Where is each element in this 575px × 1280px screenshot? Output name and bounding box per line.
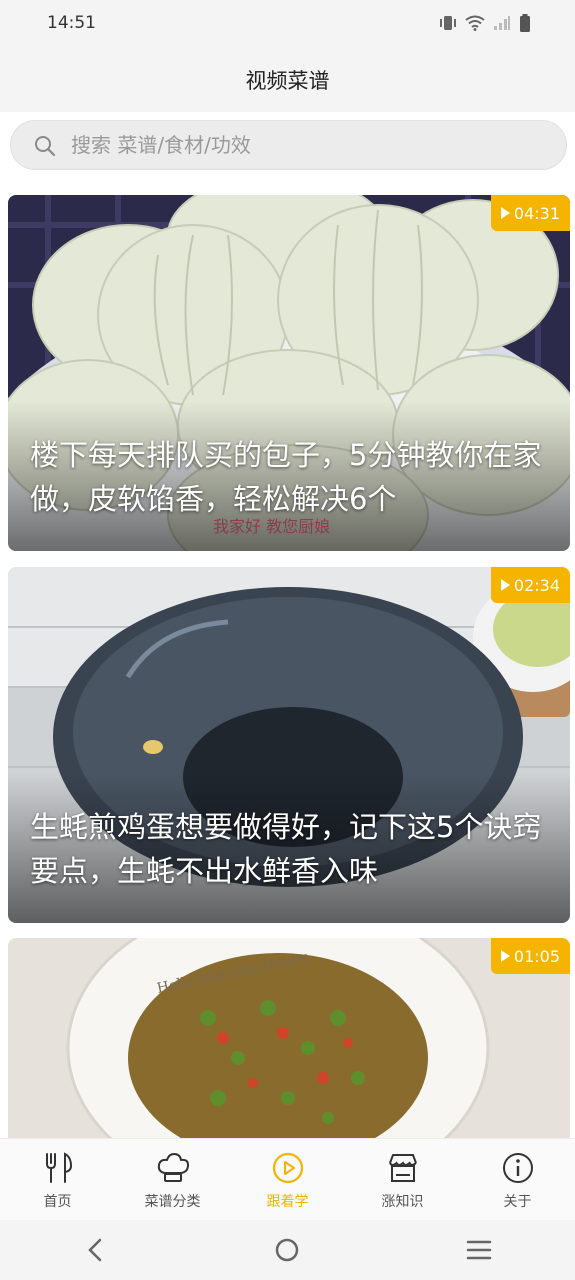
tab-knowledge[interactable]: 涨知识 xyxy=(345,1139,460,1220)
signal-icon xyxy=(493,15,511,35)
video-card[interactable]: Hello Morning Honey 01:05 xyxy=(8,938,570,1138)
battery-icon xyxy=(519,14,531,36)
tab-label: 跟着学 xyxy=(266,1194,309,1210)
tab-label: 关于 xyxy=(503,1194,532,1210)
tab-about[interactable]: 关于 xyxy=(460,1139,575,1220)
shop-icon xyxy=(388,1154,417,1182)
play-icon xyxy=(500,579,510,591)
chef-hat-icon xyxy=(157,1153,189,1182)
video-title: 生蚝煎鸡蛋想要做得好，记下这5个诀窍要点，生蚝不出水鲜香入味 xyxy=(30,810,542,888)
back-icon[interactable] xyxy=(81,1235,111,1265)
info-icon xyxy=(502,1153,533,1183)
play-icon xyxy=(500,950,510,962)
status-time: 14:51 xyxy=(47,13,96,33)
video-card[interactable]: 生蚝煎鸡蛋想要做得好，记下这5个诀窍要点，生蚝不出水鲜香入味 02:34 xyxy=(8,567,570,923)
duration-text: 02:34 xyxy=(513,575,560,595)
menu-icon[interactable] xyxy=(464,1235,494,1265)
system-nav-bar xyxy=(0,1220,575,1280)
fork-knife-icon xyxy=(45,1152,72,1183)
video-feed[interactable]: 我家好 教您厨娘 楼下每天排队买的包子，5分钟教你在家做，皮软馅香，轻松解决6个… xyxy=(0,195,575,1138)
wifi-icon xyxy=(465,15,485,35)
video-card[interactable]: 我家好 教您厨娘 楼下每天排队买的包子，5分钟教你在家做，皮软馅香，轻松解决6个… xyxy=(8,195,570,551)
duration-badge: 04:31 xyxy=(490,195,570,231)
status-icons xyxy=(439,14,531,36)
duration-text: 01:05 xyxy=(513,946,560,966)
title-bar: 视频菜谱 xyxy=(0,48,575,112)
home-icon[interactable] xyxy=(272,1235,302,1265)
tab-label: 菜谱分类 xyxy=(144,1194,201,1210)
search-input[interactable] xyxy=(71,121,551,169)
video-title: 楼下每天排队买的包子，5分钟教你在家做，皮软馅香，轻松解决6个 xyxy=(30,438,542,516)
play-circle-icon xyxy=(272,1152,303,1184)
duration-badge: 02:34 xyxy=(490,567,570,603)
tab-label: 涨知识 xyxy=(381,1194,424,1210)
tab-follow-learn[interactable]: 跟着学 xyxy=(230,1139,345,1220)
tab-label: 首页 xyxy=(43,1194,72,1210)
status-bar: 14:51 xyxy=(0,0,575,48)
page-title: 视频菜谱 xyxy=(245,69,330,93)
video-thumbnail: Hello Morning Honey xyxy=(8,938,570,1138)
duration-badge: 01:05 xyxy=(490,938,570,974)
search-icon xyxy=(35,136,56,157)
tab-home[interactable]: 首页 xyxy=(0,1139,115,1220)
tab-recipe-categories[interactable]: 菜谱分类 xyxy=(115,1139,230,1220)
play-icon xyxy=(500,207,510,219)
duration-text: 04:31 xyxy=(513,203,560,223)
search-bar[interactable] xyxy=(10,120,567,170)
bottom-tab-bar: 首页 菜谱分类 跟着学 涨知识 关于 xyxy=(0,1138,575,1220)
vibrate-icon xyxy=(439,15,457,35)
